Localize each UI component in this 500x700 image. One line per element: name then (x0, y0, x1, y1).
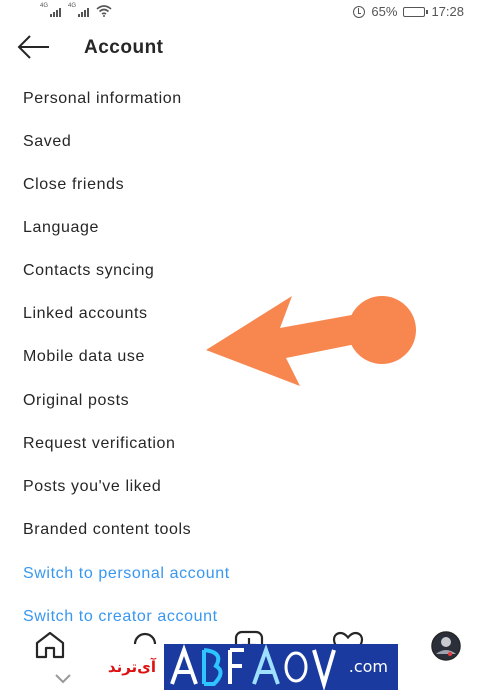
menu-item-request-verification[interactable]: Request verification (23, 435, 176, 453)
page-title: Account (84, 37, 164, 58)
menu-item-branded-content-tools[interactable]: Branded content tools (23, 521, 191, 539)
wifi-icon (96, 5, 112, 17)
status-right: 65% 17:28 (353, 4, 464, 19)
watermark-graphic: .com (164, 644, 398, 690)
battery-icon (403, 6, 429, 17)
header: Account (0, 26, 500, 70)
menu-item-contacts-syncing[interactable]: Contacts syncing (23, 262, 154, 280)
menu-item-mobile-data-use[interactable]: Mobile data use (23, 348, 145, 366)
battery-percent: 65% (371, 4, 398, 19)
menu-item-posts-you-liked[interactable]: Posts you've liked (23, 478, 161, 496)
network-type-label: 4G (68, 3, 77, 9)
menu-item-close-friends[interactable]: Close friends (23, 176, 124, 194)
back-arrow-icon[interactable] (16, 34, 52, 60)
switch-to-creator-account-link[interactable]: Switch to creator account (23, 608, 218, 626)
menu-item-language[interactable]: Language (23, 219, 99, 237)
clock: 17:28 (431, 4, 464, 19)
network-type-label: 4G (40, 3, 49, 9)
home-icon[interactable] (34, 631, 66, 659)
alarm-icon (353, 5, 366, 18)
menu-item-original-posts[interactable]: Original posts (23, 392, 129, 410)
profile-avatar[interactable] (430, 630, 462, 662)
chevron-down-icon (55, 674, 71, 684)
menu-item-personal-information[interactable]: Personal information (23, 90, 182, 108)
switch-to-personal-account-link[interactable]: Switch to personal account (23, 565, 230, 583)
watermark-domain-text: .com (348, 657, 388, 676)
status-left: 4G 4G (40, 3, 112, 17)
status-bar: 4G 4G 65% 17:28 (0, 0, 500, 26)
signal-icon: 4G (40, 3, 61, 17)
menu-item-saved[interactable]: Saved (23, 133, 71, 151)
signal-icon: 4G (68, 3, 89, 17)
menu-item-linked-accounts[interactable]: Linked accounts (23, 305, 148, 323)
watermark-logo: آی‌ترند .com (100, 644, 398, 690)
annotation-arrow-icon (206, 296, 416, 386)
watermark-persian-text: آی‌ترند (100, 644, 164, 690)
